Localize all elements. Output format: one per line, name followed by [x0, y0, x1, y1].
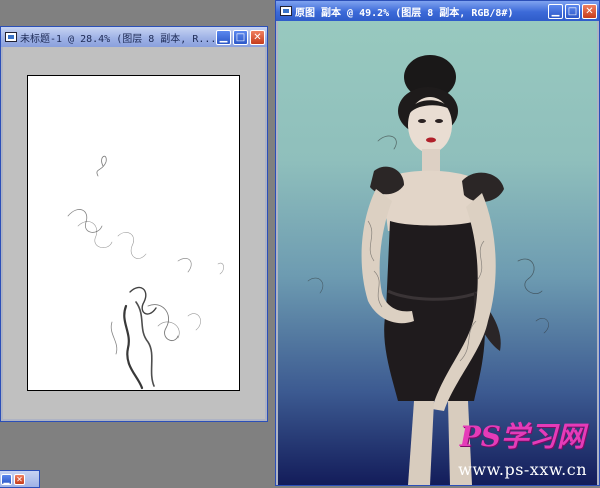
minimize-button[interactable]: ▁ [216, 29, 231, 45]
minimize-icon: ▁ [551, 5, 560, 17]
document-icon [280, 6, 292, 16]
minimize-icon: ▁ [219, 31, 228, 43]
left-canvas-area[interactable] [3, 47, 265, 419]
minimize-icon: ▁ [3, 474, 10, 484]
left-window-titlebar[interactable]: 未标题-1 @ 28.4% (图层 8 副本, R... ▁ □ ✕ [1, 27, 267, 47]
close-icon: ✕ [585, 5, 594, 17]
right-document-window[interactable]: 原图 副本 @ 49.2% (图层 8 副本, RGB/8#) ▁ □ ✕ PS… [275, 0, 600, 486]
right-window-title: 原图 副本 @ 49.2% (图层 8 副本, RGB/8#) [295, 7, 514, 19]
watermark-brand: PS学习网 [459, 420, 585, 453]
maximize-button[interactable]: □ [565, 3, 580, 19]
close-button[interactable]: ✕ [582, 3, 597, 19]
maximize-icon: □ [235, 31, 246, 43]
document-icon [5, 32, 17, 42]
right-window-titlebar[interactable]: 原图 副本 @ 49.2% (图层 8 副本, RGB/8#) ▁ □ ✕ [276, 1, 599, 21]
left-document-canvas[interactable] [27, 75, 240, 391]
left-document-window[interactable]: 未标题-1 @ 28.4% (图层 8 副本, R... ▁ □ ✕ [0, 26, 268, 422]
close-icon: ✕ [16, 474, 23, 484]
close-button[interactable]: ✕ [250, 29, 265, 45]
smoke-brush-strokes [67, 155, 224, 390]
photo-canvas[interactable]: PS学习网 www.ps-xxw.cn [278, 21, 597, 485]
close-button[interactable]: ✕ [14, 473, 25, 485]
minimize-button[interactable]: ▁ [1, 473, 12, 485]
left-window-title: 未标题-1 @ 28.4% (图层 8 副本, R... [20, 33, 216, 45]
minimized-window[interactable]: ▁ ✕ [0, 470, 40, 488]
maximize-button[interactable]: □ [233, 29, 248, 45]
minimize-button[interactable]: ▁ [548, 3, 563, 19]
maximize-icon: □ [567, 5, 578, 17]
close-icon: ✕ [253, 31, 262, 43]
watermark-url: www.ps-xxw.cn [458, 460, 587, 479]
